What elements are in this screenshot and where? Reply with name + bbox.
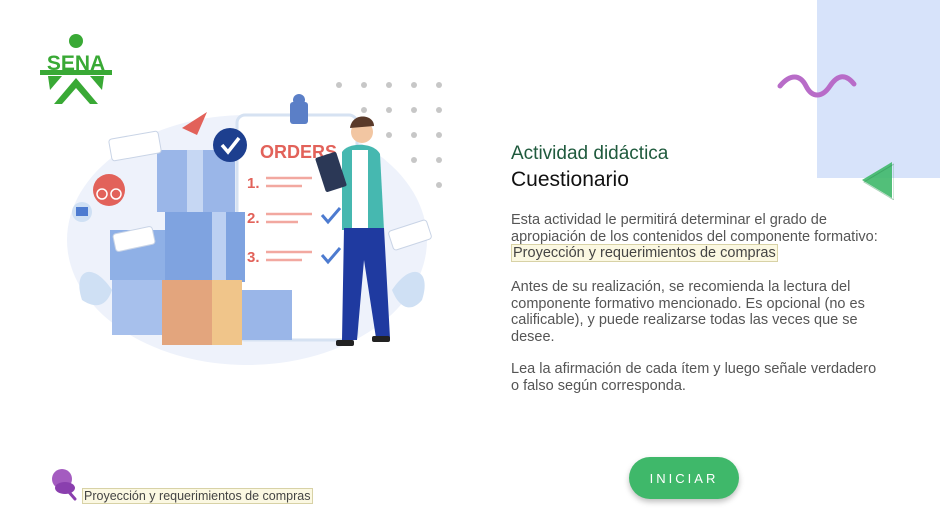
instructions-paragraph: Lea la afirmación de cada ítem y luego s…: [511, 361, 877, 394]
start-button[interactable]: INICIAR: [629, 457, 739, 499]
list-number-3: 3.: [247, 249, 260, 266]
intro-text: Esta actividad le permitirá determinar e…: [511, 212, 878, 245]
activity-title: Cuestionario: [511, 168, 629, 191]
wave-icon: [777, 74, 857, 98]
list-number-2: 2.: [247, 210, 260, 227]
orders-illustration: ORDERS 1. 2. 3.: [67, 94, 432, 365]
list-number-1: 1.: [247, 175, 260, 192]
component-name-highlight: Proyección y requerimientos de compras: [511, 244, 778, 262]
component-link[interactable]: Proyección y requerimientos de compras: [82, 488, 313, 504]
recommendation-paragraph: Antes de su realización, se recomienda l…: [511, 279, 865, 345]
pushpin-icon: [52, 469, 77, 501]
activity-type-label: Actividad didáctica: [511, 143, 669, 164]
intro-paragraph: Esta actividad le permitirá determinar e…: [511, 212, 881, 262]
triangle-icon: [862, 162, 894, 200]
